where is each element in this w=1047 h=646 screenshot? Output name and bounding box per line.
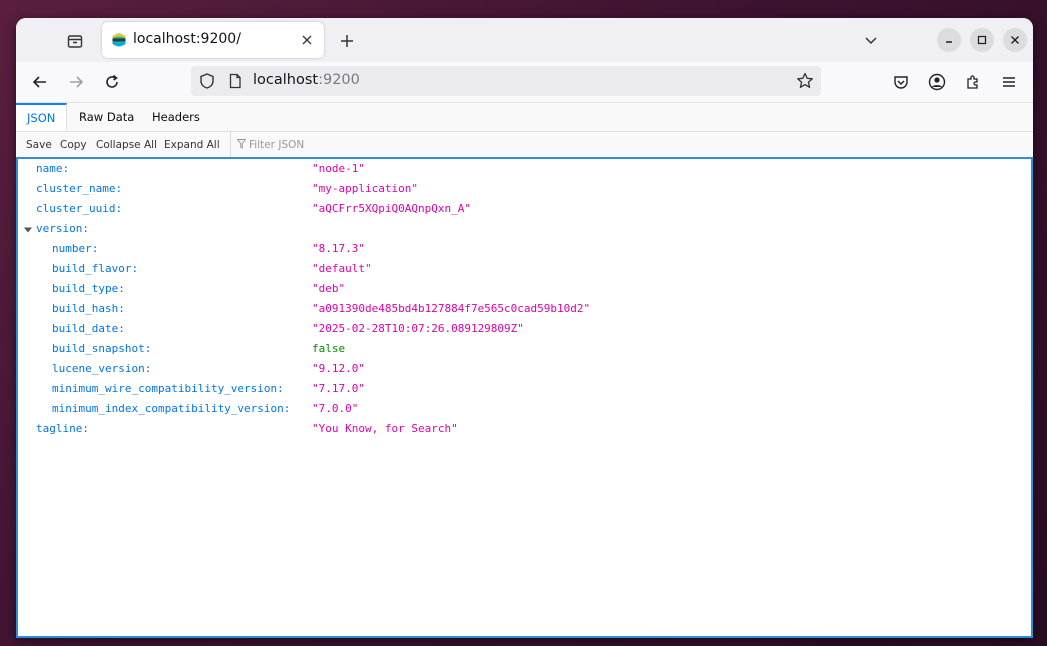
json-value: "deb" — [312, 282, 346, 295]
pocket-icon[interactable] — [889, 70, 913, 94]
tab-close-icon[interactable] — [298, 31, 316, 49]
json-value: "my-application" — [312, 182, 418, 195]
copy-button[interactable]: Copy — [60, 132, 87, 158]
filter-json-input[interactable]: Filter JSON — [230, 132, 304, 158]
json-key: cluster_name: — [36, 182, 123, 195]
json-value: "node-1" — [312, 162, 365, 175]
save-button[interactable]: Save — [26, 132, 52, 158]
extensions-icon[interactable] — [961, 70, 985, 94]
url-bar[interactable]: localhost:9200 — [191, 66, 821, 96]
forward-arrow-icon[interactable] — [64, 70, 88, 94]
tab-list-icon[interactable] — [62, 28, 88, 54]
url-host: localhost — [253, 72, 319, 88]
collapse-all-button[interactable]: Collapse All — [96, 132, 157, 158]
json-key: build_type: — [52, 282, 125, 295]
json-key: name: — [36, 162, 70, 175]
json-key: cluster_uuid: — [36, 202, 123, 215]
close-window-icon[interactable] — [1003, 28, 1027, 52]
new-tab-icon[interactable] — [334, 28, 360, 54]
json-value: "9.12.0" — [312, 362, 365, 375]
json-key: lucene_version: — [52, 362, 152, 375]
maximize-icon[interactable] — [970, 28, 994, 52]
json-value: "default" — [312, 262, 372, 275]
tab-title: localhost:9200/ — [133, 31, 241, 47]
json-tree: name: "node-1" cluster_name: "my-applica… — [16, 157, 1033, 638]
expand-all-button[interactable]: Expand All — [164, 132, 220, 158]
json-value: "You Know, for Search" — [312, 422, 458, 435]
json-toolbar: Save Copy Collapse All Expand All Filter… — [16, 132, 1033, 159]
tab-json[interactable]: JSON — [16, 103, 68, 131]
browser-window: localhost:9200/ localhost:9200 JSON Raw … — [16, 18, 1033, 638]
minimize-icon[interactable] — [937, 28, 961, 52]
json-value: "aQCFrr5XQpiQ0AQnpQxn_A" — [312, 202, 471, 215]
json-key: build_date: — [52, 322, 125, 335]
json-value-boolean: false — [312, 342, 346, 355]
elasticsearch-favicon-icon — [112, 33, 126, 47]
expand-triangle-icon[interactable] — [23, 225, 33, 235]
tab-raw-data[interactable]: Raw Data — [68, 103, 145, 131]
json-key: tagline: — [36, 422, 89, 435]
filter-placeholder: Filter JSON — [249, 139, 305, 151]
json-value: "7.0.0" — [312, 402, 359, 415]
tab-active[interactable]: localhost:9200/ — [102, 22, 324, 58]
json-key: minimum_index_compatibility_version: — [52, 402, 291, 415]
reload-icon[interactable] — [100, 70, 124, 94]
json-key: number: — [52, 242, 99, 255]
chevron-down-icon[interactable] — [859, 28, 883, 52]
menu-icon[interactable] — [997, 70, 1021, 94]
url-port: :9200 — [318, 72, 360, 88]
json-value: "8.17.3" — [312, 242, 365, 255]
tab-headers[interactable]: Headers — [141, 103, 211, 131]
filter-icon — [236, 139, 247, 149]
json-key: build_snapshot: — [52, 342, 152, 355]
json-key: minimum_wire_compatibility_version: — [52, 382, 284, 395]
json-key: build_flavor: — [52, 262, 139, 275]
account-icon[interactable] — [925, 70, 949, 94]
bookmark-star-icon[interactable] — [795, 71, 815, 91]
json-value: "a091390de485bd4b127884f7e565c0cad59b10d… — [312, 302, 591, 315]
navigation-bar: localhost:9200 — [16, 62, 1033, 103]
json-key-version[interactable]: version: — [36, 219, 89, 239]
page-icon[interactable] — [227, 73, 243, 89]
back-arrow-icon[interactable] — [28, 70, 52, 94]
tab-bar: localhost:9200/ — [16, 18, 1033, 62]
json-value: "7.17.0" — [312, 382, 365, 395]
url-text[interactable]: localhost:9200 — [253, 72, 360, 88]
json-value: "2025-02-28T10:07:26.089129809Z" — [312, 322, 524, 335]
shield-icon[interactable] — [198, 72, 216, 90]
json-key: build_hash: — [52, 302, 125, 315]
json-viewer-tabs: JSON Raw Data Headers — [16, 103, 1033, 132]
